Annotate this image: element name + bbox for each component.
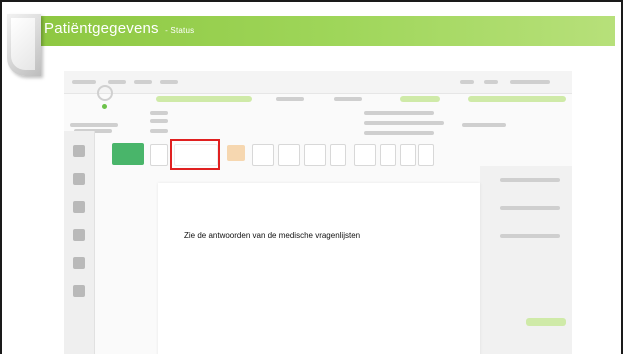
patient-field <box>150 111 168 115</box>
active-tab-button[interactable] <box>112 143 144 165</box>
panel-text <box>500 206 560 210</box>
menu-item[interactable] <box>134 80 152 84</box>
toolbar-button[interactable] <box>227 145 245 161</box>
slide: Patiëntgegevens - Status Zie de antwoord… <box>0 0 623 354</box>
nav-icon[interactable] <box>73 145 85 157</box>
toolbar-button[interactable] <box>252 144 274 166</box>
menu-item[interactable] <box>484 80 498 84</box>
slide-title: Patiëntgegevens - Status <box>44 20 194 37</box>
toolbar-button[interactable] <box>418 144 434 166</box>
toolbar-button[interactable] <box>304 144 326 166</box>
toolbar-button[interactable] <box>380 144 396 166</box>
user-menu[interactable] <box>510 80 550 84</box>
patient-field <box>462 123 506 127</box>
document-text: Zie de antwoorden van de medische vragen… <box>184 231 361 240</box>
info-text <box>334 97 362 101</box>
toolbar-button[interactable] <box>278 144 300 166</box>
toolbar-button[interactable] <box>150 144 168 166</box>
status-dot <box>102 104 107 109</box>
patient-avatar <box>97 85 113 101</box>
panel-text <box>500 178 560 182</box>
left-navigation <box>64 131 95 354</box>
patient-field <box>364 121 444 125</box>
embedded-screenshot: Zie de antwoorden van de medische vragen… <box>64 71 572 354</box>
patient-field <box>150 119 168 123</box>
app-logo <box>72 80 96 84</box>
patient-name <box>70 123 118 127</box>
panel-button[interactable] <box>526 318 566 326</box>
nav-icon[interactable] <box>73 173 85 185</box>
nav-icon[interactable] <box>73 257 85 269</box>
patient-field <box>150 129 168 133</box>
toolbar-button[interactable] <box>400 144 416 166</box>
info-bar <box>468 96 566 102</box>
info-text <box>276 97 304 101</box>
slide-title-main: Patiëntgegevens <box>44 20 159 37</box>
highlight-box <box>170 139 220 170</box>
status-pill <box>400 96 440 102</box>
document-page: Zie de antwoorden van de medische vragen… <box>158 183 480 354</box>
nav-icon[interactable] <box>73 229 85 241</box>
patient-field <box>364 131 434 135</box>
page-curl-decoration <box>7 14 41 76</box>
patient-field <box>364 111 434 115</box>
nav-icon[interactable] <box>73 285 85 297</box>
nav-icon[interactable] <box>73 201 85 213</box>
patient-info-bar <box>156 96 252 102</box>
menu-item[interactable] <box>108 80 126 84</box>
panel-text <box>500 234 560 238</box>
right-panel <box>480 166 572 354</box>
toolbar-button[interactable] <box>330 144 346 166</box>
slide-subtitle: - Status <box>165 26 195 35</box>
app-topbar <box>64 71 572 94</box>
toolbar-button[interactable] <box>354 144 376 166</box>
menu-item[interactable] <box>160 80 178 84</box>
menu-item[interactable] <box>460 80 474 84</box>
